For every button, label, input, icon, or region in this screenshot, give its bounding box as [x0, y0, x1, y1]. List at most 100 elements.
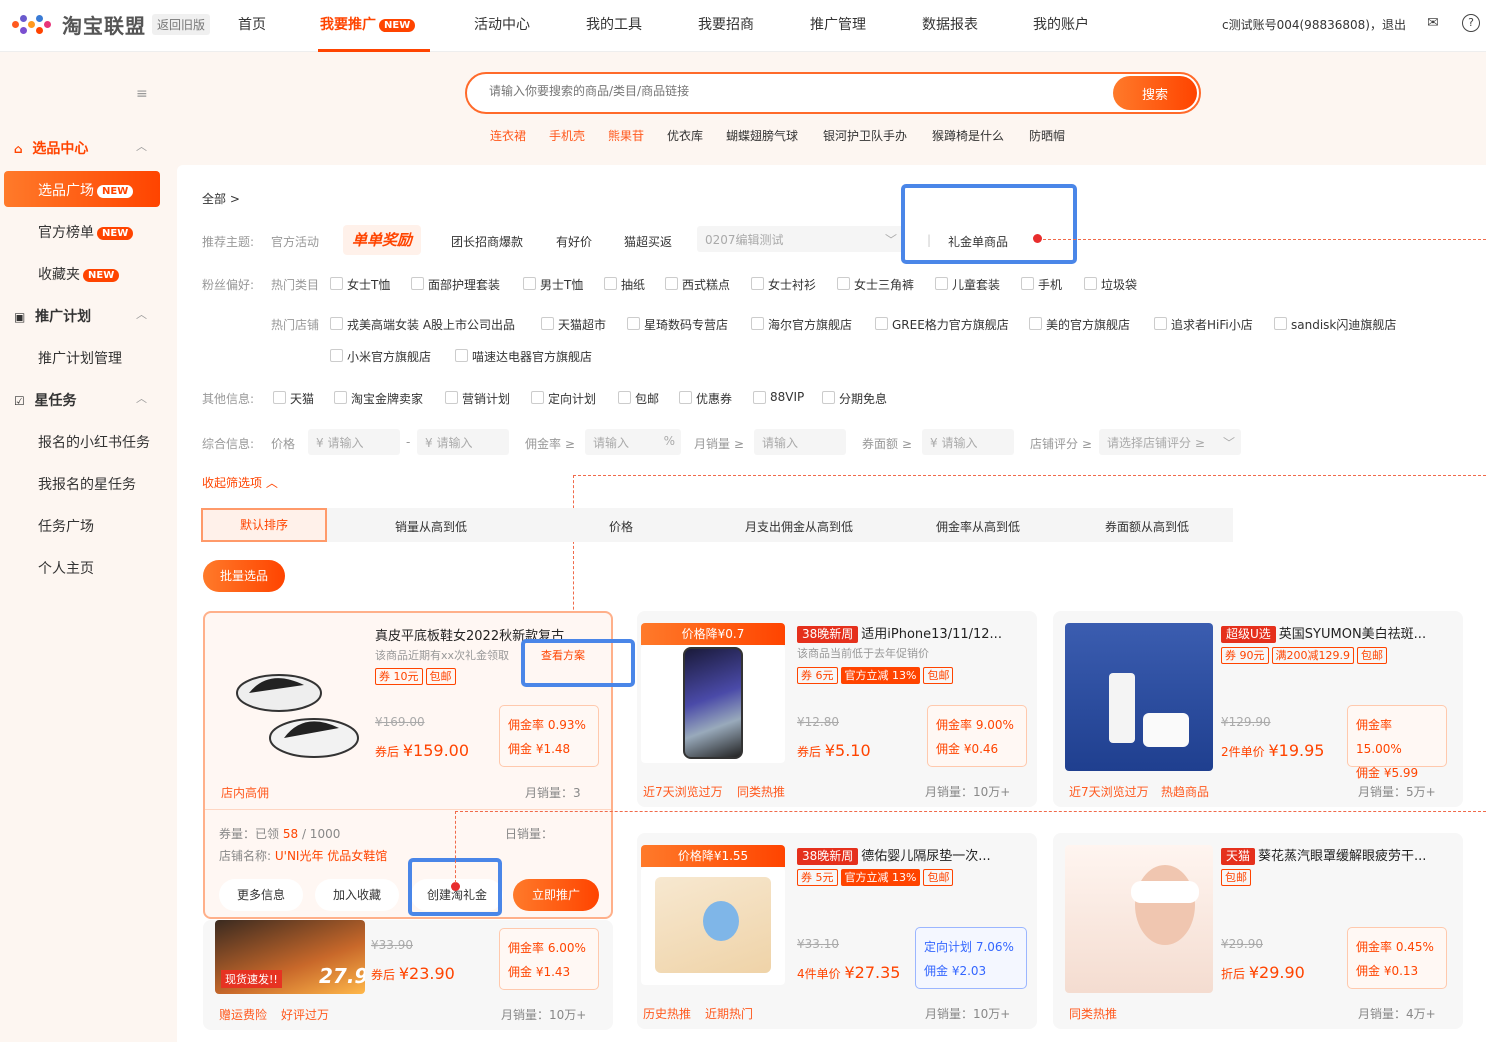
product-image[interactable]	[641, 645, 785, 763]
help-icon[interactable]: ?	[1462, 14, 1480, 32]
category-checkbox[interactable]: 抽纸	[604, 276, 645, 293]
other-checkbox[interactable]: 淘宝金牌卖家	[334, 390, 423, 407]
hotword[interactable]: 优衣库	[667, 127, 703, 144]
sort-coupon[interactable]: 券面额从高到低	[1105, 518, 1189, 535]
sidebar-group-selection[interactable]: ⌂ 选品中心 ︿	[14, 138, 147, 158]
sort-default[interactable]: 默认排序	[201, 508, 327, 542]
theme-item[interactable]: 单单奖励	[343, 225, 421, 255]
commission-input[interactable]: 请输入%	[585, 429, 681, 455]
promote-now-button[interactable]: 立即推广	[513, 879, 599, 911]
nav-promo-manage[interactable]: 推广管理	[810, 14, 866, 34]
nav-home[interactable]: 首页	[238, 14, 266, 34]
hotword[interactable]: 连衣裙	[490, 127, 526, 144]
old-version-link[interactable]: 返回旧版	[152, 13, 211, 35]
sidebar-item-plan-manage[interactable]: 推广计划管理	[38, 348, 122, 368]
mail-icon[interactable]: ✉	[1424, 14, 1442, 32]
store-checkbox[interactable]: 喵速达电器官方旗舰店	[455, 348, 592, 365]
breadcrumb[interactable]: 全部 >	[202, 190, 240, 207]
product-card[interactable]: 超级U选 英国SYUMON美白祛斑... 券 90元 满200减129.9 包邮 ¥1…	[1053, 611, 1463, 807]
product-card[interactable]: 天猫 葵花蒸汽眼罩缓解眼疲劳干... 包邮 ¥29.90 折后 ¥29.90 佣金…	[1053, 833, 1463, 1029]
category-checkbox[interactable]: 女士衬衫	[751, 276, 816, 293]
hotword[interactable]: 熊果苷	[608, 127, 644, 144]
logo[interactable]: 淘宝联盟 返回旧版	[10, 8, 211, 40]
nav-merchant[interactable]: 我要招商	[698, 14, 754, 34]
product-title[interactable]: 天猫 葵花蒸汽眼罩缓解眼疲劳干...	[1221, 845, 1457, 865]
category-checkbox[interactable]: 手机	[1021, 276, 1062, 293]
store-checkbox[interactable]: 小米官方旗舰店	[330, 348, 431, 365]
other-checkbox[interactable]: 营销计划	[445, 390, 510, 407]
price-max-input[interactable]: ¥ 请输入	[417, 429, 509, 455]
sort-commission-rate[interactable]: 佣金率从高到低	[936, 518, 1020, 535]
store-checkbox[interactable]: GREE格力官方旗舰店	[875, 316, 1009, 333]
hotword[interactable]: 银河护卫队手办	[823, 127, 907, 144]
product-image[interactable]: 现货速发!! 27.9	[215, 920, 365, 994]
product-image[interactable]	[219, 623, 369, 773]
store-checkbox[interactable]: 天猫超市	[541, 316, 606, 333]
product-title[interactable]: 超级U选 英国SYUMON美白祛斑...	[1221, 623, 1457, 643]
sort-sales[interactable]: 销量从高到低	[395, 518, 467, 535]
other-checkbox[interactable]: 天猫	[273, 390, 314, 407]
sort-price[interactable]: 价格	[609, 518, 633, 535]
category-checkbox[interactable]: 男士T恤	[523, 276, 583, 293]
hotword[interactable]: 蝴蝶翅膀气球	[726, 127, 798, 144]
sidebar-item-xhs-task[interactable]: 报名的小红书任务	[38, 432, 150, 452]
category-checkbox[interactable]: 垃圾袋	[1084, 276, 1137, 293]
store-checkbox[interactable]: 戎美高端女装 A股上市公司出品	[330, 316, 515, 333]
add-favorite-button[interactable]: 加入收藏	[315, 879, 399, 911]
sidebar-item-my-star-task[interactable]: 我报名的星任务	[38, 474, 136, 494]
store-checkbox[interactable]: sandisk闪迪旗舰店	[1274, 316, 1396, 333]
other-checkbox[interactable]: 优惠券	[679, 390, 732, 407]
sidebar-item-selection-square[interactable]: 选品广场 NEW	[38, 180, 134, 200]
theme-item[interactable]: 猫超买返	[624, 233, 672, 250]
hotword[interactable]: 防晒帽	[1029, 127, 1065, 144]
sidebar-group-star-task[interactable]: ☑ 星任务 ︿	[14, 390, 147, 410]
sidebar-item-task-square[interactable]: 任务广场	[38, 516, 94, 536]
sidebar-item-official-rank[interactable]: 官方榜单 NEW	[38, 222, 134, 242]
store-checkbox[interactable]: 星琦数码专营店	[627, 316, 728, 333]
hotword[interactable]: 手机壳	[549, 127, 585, 144]
product-card[interactable]: 价格降¥1.55 38晚新周 德佑婴儿隔尿垫一次... 券 5元 官方立减 13% 包…	[637, 833, 1037, 1029]
nav-activity[interactable]: 活动中心	[474, 14, 530, 34]
sort-commission-spend[interactable]: 月支出佣金从高到低	[745, 518, 853, 535]
product-image[interactable]	[1065, 845, 1213, 993]
nav-tools[interactable]: 我的工具	[586, 14, 642, 34]
category-checkbox[interactable]: 女士T恤	[330, 276, 390, 293]
other-checkbox[interactable]: 包邮	[618, 390, 659, 407]
product-card[interactable]: 现货速发!! 27.9 ¥33.90 券后 ¥23.90 佣金率 6.00% 佣金…	[203, 920, 613, 1030]
category-checkbox[interactable]: 女士三角裤	[837, 276, 914, 293]
category-checkbox[interactable]: 西式糕点	[665, 276, 730, 293]
nav-reports[interactable]: 数据报表	[922, 14, 978, 34]
coupon-input[interactable]: ¥ 请输入	[922, 429, 1014, 455]
score-select[interactable]: 请选择店铺评分 ≥ ﹀	[1099, 429, 1241, 455]
collapse-filters-link[interactable]: 收起筛选项 ︿	[202, 474, 278, 491]
product-card[interactable]: 价格降¥0.7 38晚新周 适用iPhone13/11/12... 该商品当前低于…	[637, 611, 1037, 807]
sidebar-group-plan[interactable]: ▣ 推广计划 ︿	[14, 306, 147, 326]
nav-account[interactable]: 我的账户	[1033, 14, 1089, 34]
sidebar-item-profile[interactable]: 个人主页	[38, 558, 94, 578]
category-checkbox[interactable]: 儿童套装	[935, 276, 1000, 293]
batch-select-button[interactable]: 批量选品	[203, 560, 285, 592]
category-checkbox[interactable]: 面部护理套装	[411, 276, 500, 293]
theme-item[interactable]: 有好价	[556, 233, 592, 250]
product-image[interactable]	[641, 867, 785, 985]
product-image[interactable]	[1065, 623, 1213, 771]
monthly-input[interactable]: 请输入	[754, 429, 846, 455]
menu-toggle-icon[interactable]: ≡	[136, 86, 148, 102]
store-checkbox[interactable]: 追求者HiFi小店	[1154, 316, 1253, 333]
product-title[interactable]: 38晚新周 适用iPhone13/11/12...	[797, 623, 1032, 643]
product-title[interactable]: 38晚新周 德佑婴儿隔尿垫一次...	[797, 845, 1032, 865]
theme-item[interactable]: 团长招商爆款	[451, 233, 523, 250]
account-info[interactable]: c测试账号004(98836808)，退出	[1222, 16, 1406, 33]
store-checkbox[interactable]: 海尔官方旗舰店	[751, 316, 852, 333]
other-checkbox[interactable]: 88VIP	[753, 390, 804, 404]
more-info-button[interactable]: 更多信息	[219, 879, 303, 911]
store-checkbox[interactable]: 美的官方旗舰店	[1029, 316, 1130, 333]
nav-promote[interactable]: 我要推广 NEW	[320, 14, 416, 34]
other-checkbox[interactable]: 定向计划	[531, 390, 596, 407]
search-button[interactable]: 搜索	[1113, 76, 1197, 110]
price-min-input[interactable]: ¥ 请输入	[308, 429, 400, 455]
other-checkbox[interactable]: 分期免息	[822, 390, 887, 407]
sidebar-item-favorites[interactable]: 收藏夹 NEW	[38, 264, 120, 284]
hotword[interactable]: 猴蹲椅是什么	[932, 127, 1004, 144]
theme-select[interactable]: 0207编辑测试 ﹀	[697, 226, 905, 252]
